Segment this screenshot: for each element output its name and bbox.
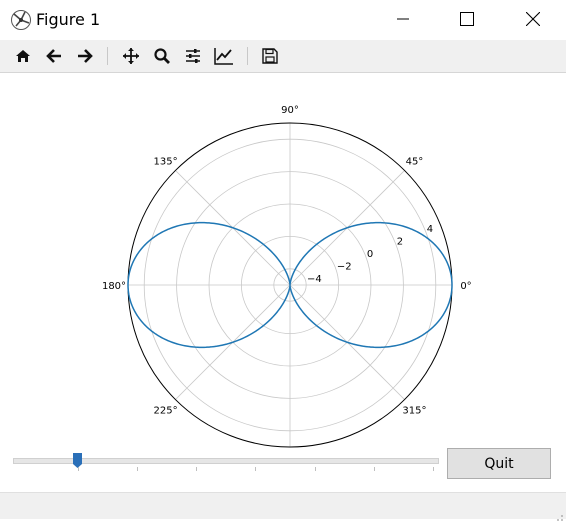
slider-tick: [137, 467, 138, 471]
line-chart-icon: [214, 48, 233, 65]
toolbar-separator: [247, 47, 248, 65]
slider-handle[interactable]: [72, 453, 82, 468]
pan-button[interactable]: [119, 44, 143, 68]
maximize-button[interactable]: [444, 0, 490, 38]
home-button[interactable]: [11, 44, 35, 68]
sliders-icon: [186, 49, 200, 63]
slider-tick: [374, 467, 375, 471]
minimize-icon: [397, 18, 409, 20]
figure-canvas[interactable]: 0°45°90°135°180°225°270°315°−4−2024: [0, 73, 566, 468]
maximize-icon: [460, 12, 474, 26]
zoom-button[interactable]: [150, 44, 174, 68]
save-button[interactable]: [258, 44, 282, 68]
edit-axes-button[interactable]: [212, 44, 236, 68]
radial-tick-label: 4: [427, 224, 433, 235]
arrow-left-icon: [46, 49, 61, 63]
quit-button[interactable]: Quit: [447, 448, 551, 479]
slider-tick: [255, 467, 256, 471]
minimize-button[interactable]: [380, 0, 426, 38]
slider-tick: [196, 467, 197, 471]
angle-tick-label: 45°: [406, 157, 424, 168]
close-button[interactable]: [510, 0, 556, 38]
floppy-disk-icon: [262, 48, 278, 64]
radial-tick-label: 2: [397, 237, 403, 248]
slider-tick: [78, 467, 79, 471]
arrow-right-icon: [78, 49, 93, 63]
move-icon: [123, 48, 139, 64]
back-button[interactable]: [42, 44, 66, 68]
toolbar-separator: [107, 47, 108, 65]
title-bar: Figure 1: [0, 0, 566, 40]
close-icon: [526, 12, 540, 26]
home-icon: [16, 50, 30, 62]
angle-tick-label: 225°: [154, 405, 178, 416]
tick-labels: 0°45°90°135°180°225°270°315°−4−2024: [102, 105, 472, 468]
angle-tick-label: 180°: [102, 281, 126, 292]
angle-tick-label: 90°: [281, 105, 299, 116]
slider-tick: [433, 467, 434, 471]
angle-tick-label: 315°: [402, 405, 426, 416]
radial-tick-label: −4: [307, 274, 322, 285]
slider-tick: [315, 467, 316, 471]
resize-grip-icon[interactable]: [554, 507, 564, 521]
navigation-toolbar: [0, 40, 566, 73]
polar-plot: 0°45°90°135°180°225°270°315°−4−2024: [102, 105, 472, 468]
status-bar: [0, 492, 566, 521]
forward-button[interactable]: [73, 44, 97, 68]
configure-subplots-button[interactable]: [181, 44, 205, 68]
magnifier-icon: [154, 48, 170, 64]
matplotlib-icon: [10, 9, 32, 31]
angle-tick-label: 135°: [154, 157, 178, 168]
radial-tick-label: 0: [367, 249, 373, 260]
window-title: Figure 1: [36, 10, 101, 29]
angle-tick-label: 0°: [460, 281, 471, 292]
radial-tick-label: −2: [337, 261, 352, 272]
